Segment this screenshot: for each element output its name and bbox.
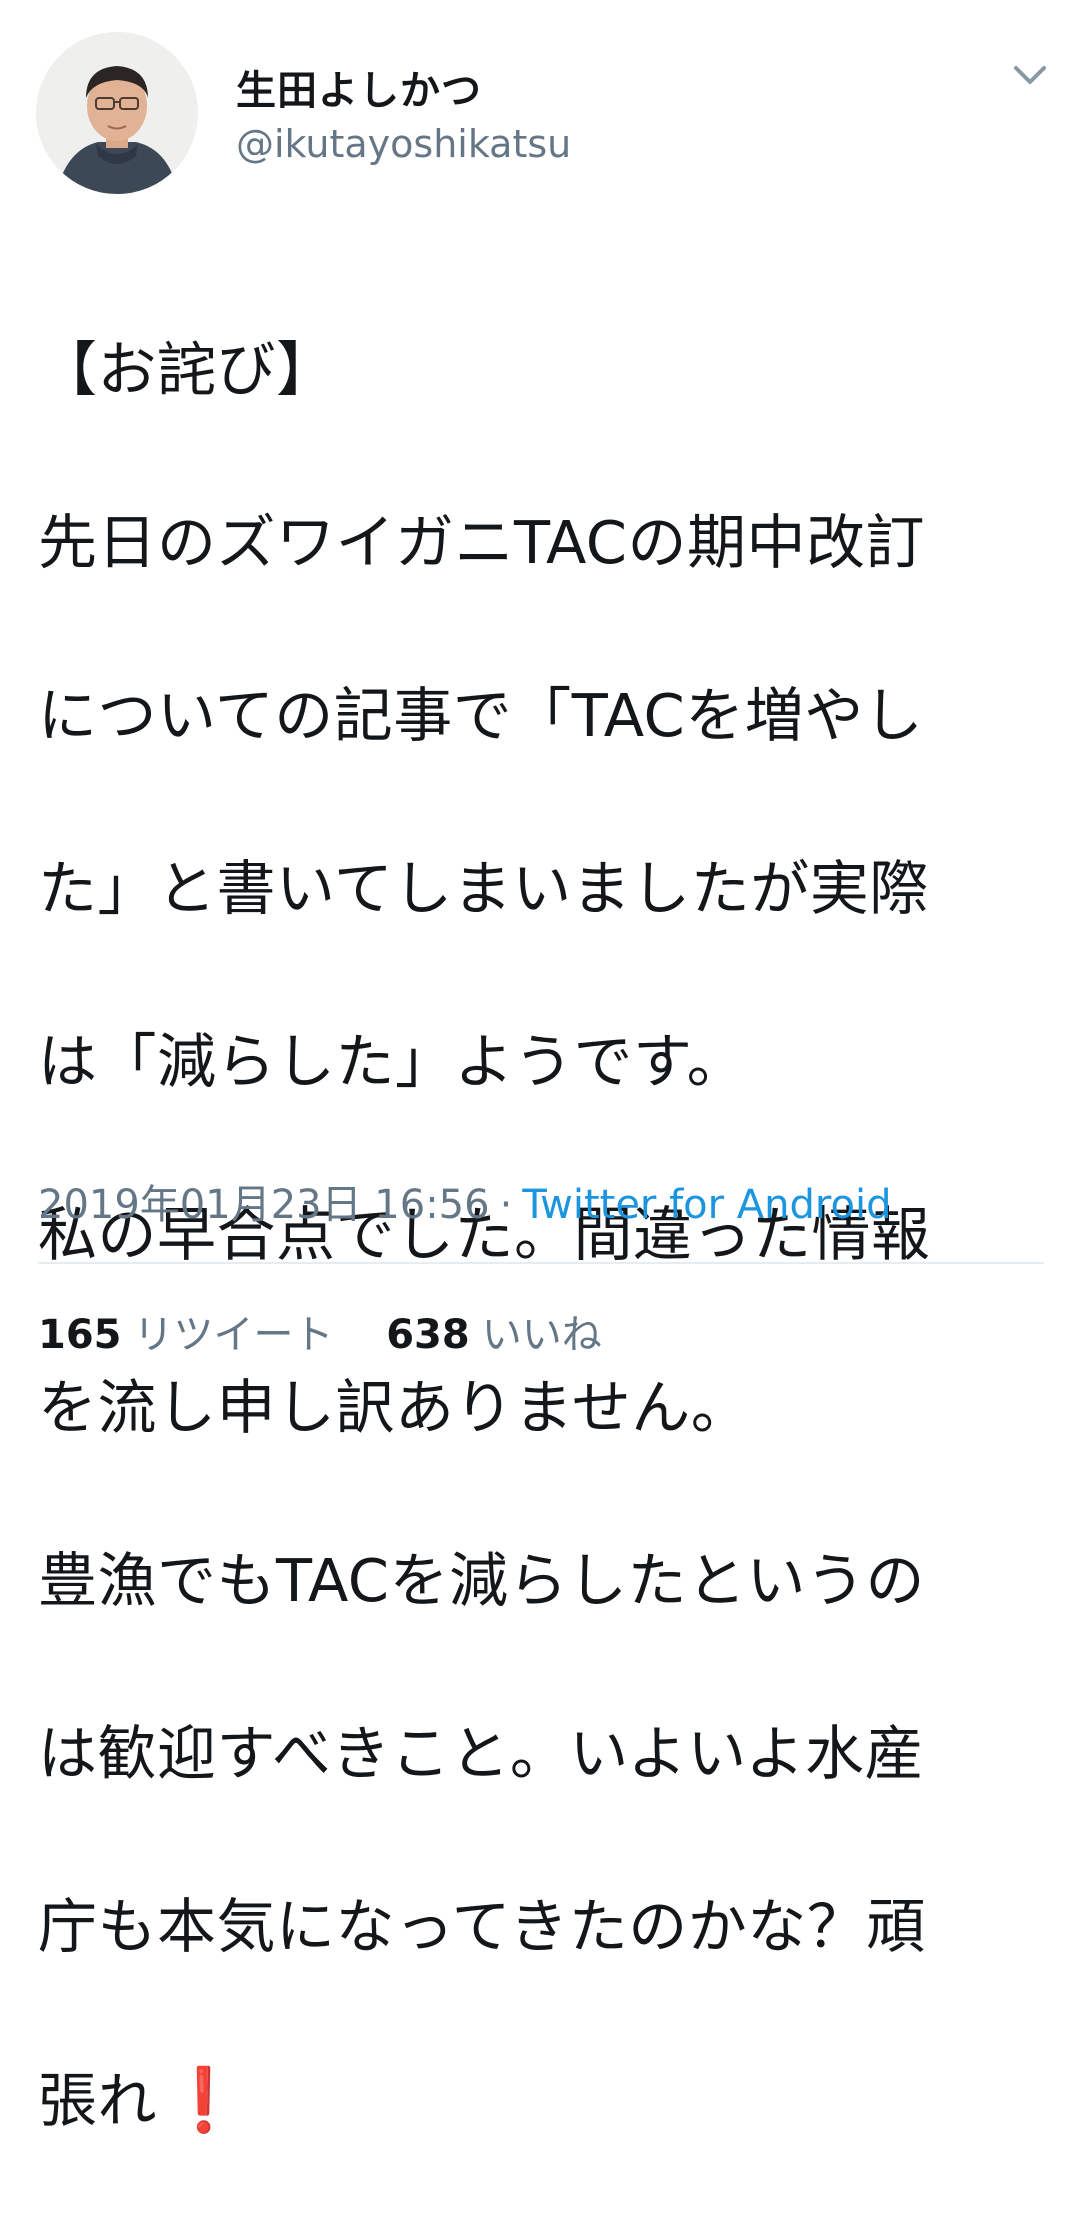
likes-count: 638 bbox=[386, 1312, 470, 1358]
tweet-line: 庁も本気になってきたのかな？頑 bbox=[38, 1891, 926, 1961]
meta-separator: · bbox=[499, 1182, 513, 1228]
avatar[interactable] bbox=[36, 32, 198, 194]
tweet-line: 豊漁でもTACを減らしたというの bbox=[38, 1545, 925, 1615]
timestamp[interactable]: 2019年01月23日 16:56 bbox=[38, 1182, 490, 1228]
likes-stat[interactable]: 638 いいね bbox=[386, 1302, 602, 1360]
tweet-line: を流し申し訳ありません。 bbox=[38, 1372, 751, 1442]
retweets-stat[interactable]: 165 リツイート bbox=[38, 1302, 334, 1360]
likes-label: いいね bbox=[481, 1312, 602, 1358]
tweet-line: 【お詫び】 bbox=[38, 334, 336, 404]
tweet-line: は「減らした」ようです。 bbox=[38, 1026, 747, 1096]
source-link[interactable]: Twitter for Android bbox=[522, 1182, 891, 1228]
chevron-down-icon[interactable] bbox=[1008, 56, 1052, 96]
tweet-last-line: 張れ ❗ bbox=[38, 2057, 1048, 2145]
tweet-line: 先日のズワイガニTACの期中改訂 bbox=[38, 507, 925, 577]
tweet-line: 張れ bbox=[38, 2065, 158, 2135]
retweets-label: リツイート bbox=[133, 1312, 334, 1358]
display-name[interactable]: 生田よしかつ bbox=[236, 58, 482, 116]
red-exclamation-emoji: ❗ bbox=[165, 2062, 243, 2136]
tweet-meta: 2019年01月23日 16:56 · Twitter for Android bbox=[38, 1172, 891, 1230]
divider bbox=[38, 1262, 1044, 1264]
tweet-line: は歓迎すべきこと。いよいよ水産 bbox=[38, 1718, 925, 1788]
tweet-line: た」と書いてしまいましたが実際 bbox=[38, 853, 929, 923]
tweet-text: 【お詫び】 先日のズワイガニTACの期中改訂 についての記事で「TACを増やし … bbox=[38, 240, 1048, 2231]
avatar-photo bbox=[36, 32, 198, 194]
retweets-count: 165 bbox=[38, 1312, 122, 1358]
user-handle[interactable]: @ikutayoshikatsu bbox=[236, 122, 571, 166]
tweet-card: 生田よしかつ @ikutayoshikatsu 【お詫び】 先日のズワイガニTA… bbox=[0, 0, 1080, 2136]
tweet-stats: 165 リツイート 638 いいね bbox=[38, 1302, 642, 1360]
tweet-line: についての記事で「TACを増やし bbox=[38, 680, 924, 750]
